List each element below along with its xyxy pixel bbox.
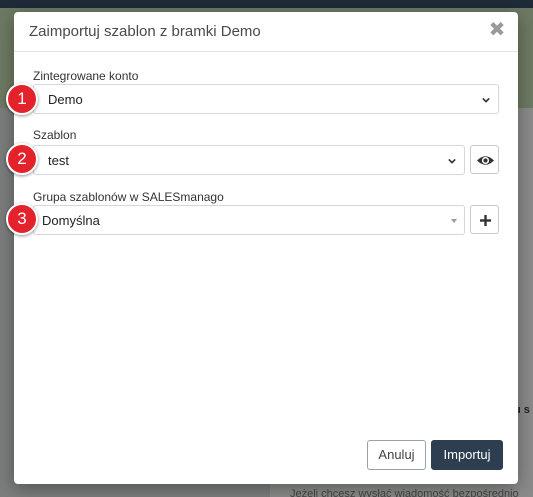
chevron-down-icon	[448, 158, 456, 164]
preview-template-button[interactable]	[470, 145, 499, 174]
template-value: test	[48, 153, 69, 168]
template-select[interactable]: test	[33, 145, 465, 175]
template-label: Szablon	[33, 128, 77, 142]
step-badge-1: 1	[6, 83, 38, 115]
template-group-label: Grupa szablonów w SALESmanago	[33, 190, 224, 204]
modal-header: Zaimportuj szablon z bramki Demo ✖	[14, 12, 518, 52]
background-topbar	[0, 0, 533, 8]
step-badge-3: 3	[6, 203, 38, 235]
integrated-account-value: Demo	[48, 92, 83, 107]
template-group-value: Domyślna	[42, 213, 100, 228]
background-text-fragment: Jeżeli chcesz wysłać wiadomość bezpośred…	[290, 488, 519, 497]
chevron-down-icon	[482, 97, 490, 103]
integrated-account-select[interactable]: Demo	[33, 84, 499, 114]
eye-icon	[477, 156, 494, 165]
import-button[interactable]: Importuj	[431, 440, 503, 470]
step-badge-2: 2	[6, 143, 38, 175]
plus-icon	[480, 215, 491, 226]
integrated-account-label: Zintegrowane konto	[33, 69, 139, 83]
cancel-button[interactable]: Anuluj	[367, 440, 426, 470]
add-group-button[interactable]	[470, 205, 499, 234]
import-template-modal: Zaimportuj szablon z bramki Demo ✖ Zinte…	[6, 12, 518, 484]
caret-down-icon	[451, 219, 457, 223]
close-icon[interactable]: ✖	[488, 20, 506, 40]
template-group-select[interactable]: Domyślna	[33, 205, 465, 235]
modal-title: Zaimportuj szablon z bramki Demo	[29, 23, 261, 40]
